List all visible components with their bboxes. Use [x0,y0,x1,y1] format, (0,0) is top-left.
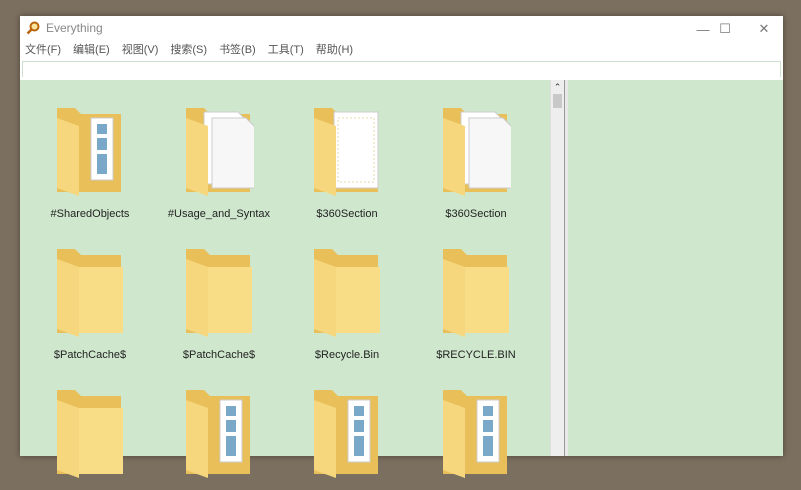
folder-icon [57,390,123,478]
file-name: $Recycle.Bin [314,349,380,361]
folder-icon [314,108,379,196]
folder-icon [186,108,254,196]
folder-icon [57,249,123,337]
file-item[interactable]: $PatchCache$ [30,245,150,361]
preview-pane [568,80,783,456]
everything-window: Everything — ☐ ✕ 文件(F) 编辑(E) 视图(V) 搜索(S)… [20,16,783,478]
menu-edit[interactable]: 编辑(E) [73,41,110,57]
file-item[interactable]: #SharedObjects [30,104,150,220]
menu-bookmarks[interactable]: 书签(B) [219,41,256,57]
search-box [22,61,781,79]
search-input[interactable] [23,65,780,79]
folder-icon [314,390,378,478]
file-item[interactable] [416,386,536,490]
window-title: Everything [46,21,103,35]
menu-search[interactable]: 搜索(S) [170,41,207,57]
file-name: $PatchCache$ [182,349,256,361]
folder-icon [314,249,380,337]
results-pane: #SharedObjects #Usage_and_Syntax $360Secti… [20,80,550,478]
file-item[interactable]: $360Section [416,104,536,220]
menu-view[interactable]: 视图(V) [122,41,159,57]
file-item[interactable]: $360Section [287,104,407,220]
file-name: $360Section [316,208,378,220]
folder-icon [186,390,250,478]
file-item[interactable]: $RECYCLE.BIN [416,245,536,361]
file-item[interactable] [287,386,407,490]
folder-icon [443,249,509,337]
vertical-scrollbar[interactable]: ⌃ [550,80,564,456]
title-bar: Everything [20,16,783,40]
folder-icon [57,108,121,196]
file-name: $RECYCLE.BIN [436,349,516,361]
magnifier-logo-icon [26,21,40,35]
scroll-up-arrow-icon[interactable]: ⌃ [551,80,564,94]
file-item[interactable] [30,386,150,490]
scroll-thumb[interactable] [553,94,562,108]
menu-tools[interactable]: 工具(T) [268,41,304,57]
file-name: #Usage_and_Syntax [167,208,271,220]
menu-bar: 文件(F) 编辑(E) 视图(V) 搜索(S) 书签(B) 工具(T) 帮助(H… [20,40,783,58]
file-name: #SharedObjects [50,208,130,220]
file-name: $360Section [445,208,507,220]
file-item[interactable]: $PatchCache$ [159,245,279,361]
menu-file[interactable]: 文件(F) [25,41,61,57]
folder-icon [186,249,252,337]
folder-icon [443,390,507,478]
file-item[interactable] [159,386,279,490]
file-name: $PatchCache$ [53,349,127,361]
file-item[interactable]: #Usage_and_Syntax [159,104,279,220]
file-item[interactable]: $Recycle.Bin [287,245,407,361]
folder-icon [443,108,511,196]
menu-help[interactable]: 帮助(H) [316,41,353,57]
close-button[interactable]: ✕ [741,18,787,40]
